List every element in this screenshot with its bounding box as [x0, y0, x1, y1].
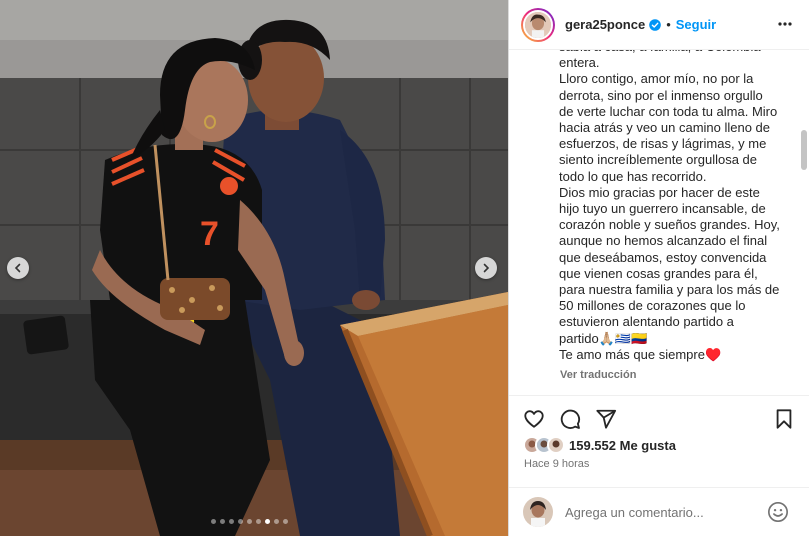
more-options-icon[interactable] [777, 16, 793, 32]
smiley-icon[interactable] [767, 501, 789, 523]
caption-line: todo lo que has recorrido. [559, 168, 707, 184]
heart-icon[interactable] [523, 408, 545, 430]
caption-line: corazón noble y sueños grandes. Hoy, [559, 217, 780, 233]
caption-line: que vienen cosas grandes para él, [559, 265, 758, 281]
post-header: gera25ponce • Seguir [509, 0, 809, 50]
comment-bubble-icon[interactable] [559, 408, 581, 430]
carousel-dot [274, 519, 279, 524]
see-translation-link[interactable]: Ver traducción [560, 369, 636, 381]
chevron-left-icon [14, 263, 21, 273]
comment-bar [509, 487, 809, 536]
likes-row[interactable]: 159.552 Me gusta [523, 436, 676, 454]
svg-text:7: 7 [200, 215, 219, 253]
post-viewer: 7 gera25ponce • Seguir entera. Lloro con… [0, 0, 809, 536]
caption-line: para nuestra familia y para los más de [559, 282, 780, 298]
caption-line: de verte luchar con toda tu alma. Miro [559, 103, 778, 119]
caption-line: hacia atrás y veo un camino lleno de [559, 120, 771, 136]
profile-avatar[interactable] [521, 7, 555, 42]
caption-line: partido🙏🏼🇺🇾🇨🇴 [559, 330, 648, 346]
carousel-dots [211, 519, 288, 524]
bookmark-icon[interactable] [773, 408, 795, 430]
caption-line: Lloro contigo, amor mío, no por la [559, 71, 754, 87]
username-link[interactable]: gera25ponce [565, 17, 645, 32]
couple-photo-image: 7 [0, 0, 508, 536]
post-side-panel: gera25ponce • Seguir sabia a casa, a fam… [508, 0, 809, 536]
caption-line: 50 millones de corazones que lo [559, 298, 746, 314]
caption-line: siento increíblemente orgullosa de [559, 152, 758, 168]
caption-line: hijo tuyo un guerrero incansable, de [559, 201, 766, 217]
caption-line: Te amo más que siempre♥️ [559, 346, 722, 362]
current-user-avatar [523, 497, 553, 527]
post-photo: 7 [0, 0, 508, 536]
caption-line: que deseábamos, estoy convencida [559, 249, 767, 265]
post-timestamp[interactable]: Hace 9 horas [524, 458, 589, 470]
caption-line: entera. [559, 55, 600, 71]
caption-scroll-area[interactable]: sabia a casa, a familia, a Colombiaenter… [509, 50, 809, 395]
follow-button[interactable]: Seguir [676, 17, 716, 32]
post-actions: 159.552 Me gusta Hace 9 horas [509, 395, 809, 487]
caption-scrollbar[interactable] [801, 130, 807, 170]
caption-line: aunque no hemos alcanzado el final [559, 233, 768, 249]
caption-line: estuvieron alentando partido a [559, 314, 734, 330]
header-separator: • [666, 17, 671, 32]
comment-input[interactable] [565, 504, 765, 520]
carousel-next-button[interactable] [475, 257, 497, 279]
carousel-dot [256, 519, 261, 524]
carousel-dot [211, 519, 216, 524]
carousel-dot [247, 519, 252, 524]
carousel-prev-button[interactable] [7, 257, 29, 279]
caption-line: esfuerzos, de risas y lágrimas, y me [559, 136, 767, 152]
carousel-dot [238, 519, 243, 524]
carousel-dot-active [265, 519, 270, 524]
carousel-dot [229, 519, 234, 524]
carousel-dot [283, 519, 288, 524]
likes-label: Me gusta [616, 437, 676, 453]
caption-line: Dios mio gracias por hacer de este [559, 184, 760, 200]
likes-count[interactable]: 159.552 Me gusta [569, 438, 676, 453]
paper-plane-icon[interactable] [595, 408, 617, 430]
post-caption: sabia a casa, a familia, a Colombiaenter… [559, 50, 787, 363]
caption-line: derrota, sino por el inmenso orgullo [559, 87, 763, 103]
chevron-right-icon [483, 263, 490, 273]
carousel-dot [220, 519, 225, 524]
liker-avatar [547, 436, 565, 454]
verified-badge-icon [649, 18, 662, 31]
